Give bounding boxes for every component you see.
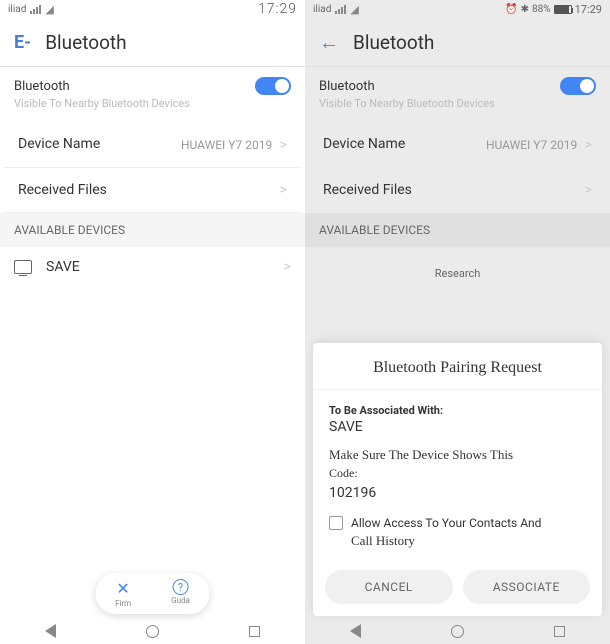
available-devices-header: AVAILABLE DEVICES bbox=[0, 213, 305, 247]
received-files-label: Received Files bbox=[323, 182, 412, 198]
carrier-label: iliad bbox=[313, 4, 331, 15]
bluetooth-toggle[interactable] bbox=[255, 77, 291, 95]
status-bar: iliad ◢ ⏰ ✱ 88% 17:29 bbox=[305, 0, 610, 18]
available-devices-header: AVAILABLE DEVICES bbox=[305, 213, 610, 247]
back-button[interactable]: E- bbox=[14, 32, 31, 53]
chevron-right-icon: > bbox=[280, 182, 287, 198]
cancel-button[interactable]: CANCEL bbox=[325, 570, 453, 604]
back-arrow-icon[interactable]: ← bbox=[319, 30, 339, 55]
allow-access-label: Allow Access To Your Contacts And Call H… bbox=[351, 515, 541, 550]
guda-button[interactable]: ? Guda bbox=[163, 577, 198, 610]
nav-recent-icon[interactable] bbox=[554, 626, 565, 637]
carrier-label: iliad bbox=[8, 4, 26, 15]
nav-bar bbox=[0, 618, 305, 644]
guda-label: Guda bbox=[171, 596, 190, 605]
dialog-device-name: SAVE bbox=[329, 419, 586, 435]
bluetooth-label: Bluetooth bbox=[319, 79, 375, 94]
bottom-pill: ✕ Firm ? Guda bbox=[95, 573, 210, 614]
nav-back-icon[interactable] bbox=[45, 624, 56, 638]
nav-home-icon[interactable] bbox=[146, 625, 159, 638]
battery-icon bbox=[554, 5, 572, 14]
battery-percent: 88% bbox=[532, 4, 551, 15]
bluetooth-subtitle: Visible To Nearby Bluetooth Devices bbox=[0, 97, 305, 120]
device-row[interactable]: SAVE > bbox=[0, 247, 305, 287]
close-icon: ✕ bbox=[116, 579, 129, 598]
status-bar: iliad ◢ 17:29 bbox=[0, 0, 305, 18]
wifi-icon: ◢ bbox=[350, 3, 358, 16]
status-time: 17:29 bbox=[575, 3, 602, 16]
page-title: Bluetooth bbox=[45, 31, 126, 54]
dialog-code: 102196 bbox=[329, 485, 586, 501]
dialog-title: Bluetooth Pairing Request bbox=[313, 343, 602, 390]
bluetooth-subtitle: Visible To Nearby Bluetooth Devices bbox=[305, 97, 610, 120]
received-files-row[interactable]: Received Files > bbox=[309, 168, 606, 213]
received-files-row[interactable]: Received Files > bbox=[4, 168, 301, 213]
signal-icon bbox=[335, 5, 346, 14]
nav-home-icon[interactable] bbox=[451, 625, 464, 638]
dialog-message: Make Sure The Device Shows This bbox=[329, 447, 586, 464]
firm-button[interactable]: ✕ Firm bbox=[107, 577, 139, 610]
device-item-name: SAVE bbox=[46, 259, 266, 275]
chevron-right-icon: > bbox=[585, 182, 592, 198]
associate-button[interactable]: ASSOCIATE bbox=[463, 570, 591, 604]
chevron-right-icon: > bbox=[276, 137, 287, 153]
device-name-row[interactable]: Device Name HUAWEI Y7 2019 > bbox=[309, 120, 606, 168]
allow-access-checkbox[interactable] bbox=[329, 516, 343, 530]
pairing-dialog: Bluetooth Pairing Request To Be Associat… bbox=[313, 343, 602, 616]
device-name-value: HUAWEI Y7 2019 bbox=[486, 138, 577, 152]
device-name-value: HUAWEI Y7 2019 bbox=[181, 138, 272, 152]
device-name-label: Device Name bbox=[323, 136, 405, 152]
nav-back-icon[interactable] bbox=[350, 624, 361, 638]
device-name-label: Device Name bbox=[18, 136, 100, 152]
wifi-icon: ◢ bbox=[45, 3, 53, 16]
dialog-code-label: Code: bbox=[329, 466, 586, 481]
bluetooth-icon: ✱ bbox=[521, 4, 529, 15]
help-icon: ? bbox=[173, 579, 189, 595]
alarm-icon: ⏰ bbox=[505, 4, 517, 15]
bluetooth-toggle[interactable] bbox=[560, 77, 596, 95]
signal-icon bbox=[30, 5, 41, 14]
page-title: Bluetooth bbox=[353, 31, 434, 54]
received-files-label: Received Files bbox=[18, 182, 107, 198]
chevron-right-icon: > bbox=[284, 259, 291, 275]
header: ← Bluetooth bbox=[305, 18, 610, 66]
firm-label: Firm bbox=[115, 599, 131, 608]
laptop-icon bbox=[14, 260, 32, 274]
device-name-row[interactable]: Device Name HUAWEI Y7 2019 > bbox=[4, 120, 301, 168]
nav-recent-icon[interactable] bbox=[249, 626, 260, 637]
chevron-right-icon: > bbox=[581, 137, 592, 153]
research-label: Research bbox=[305, 247, 610, 300]
bluetooth-label: Bluetooth bbox=[14, 79, 70, 94]
header: E- Bluetooth bbox=[0, 18, 305, 66]
nav-bar bbox=[305, 618, 610, 644]
assoc-label: To Be Associated With: bbox=[329, 404, 586, 417]
status-time: 17:29 bbox=[258, 1, 297, 17]
